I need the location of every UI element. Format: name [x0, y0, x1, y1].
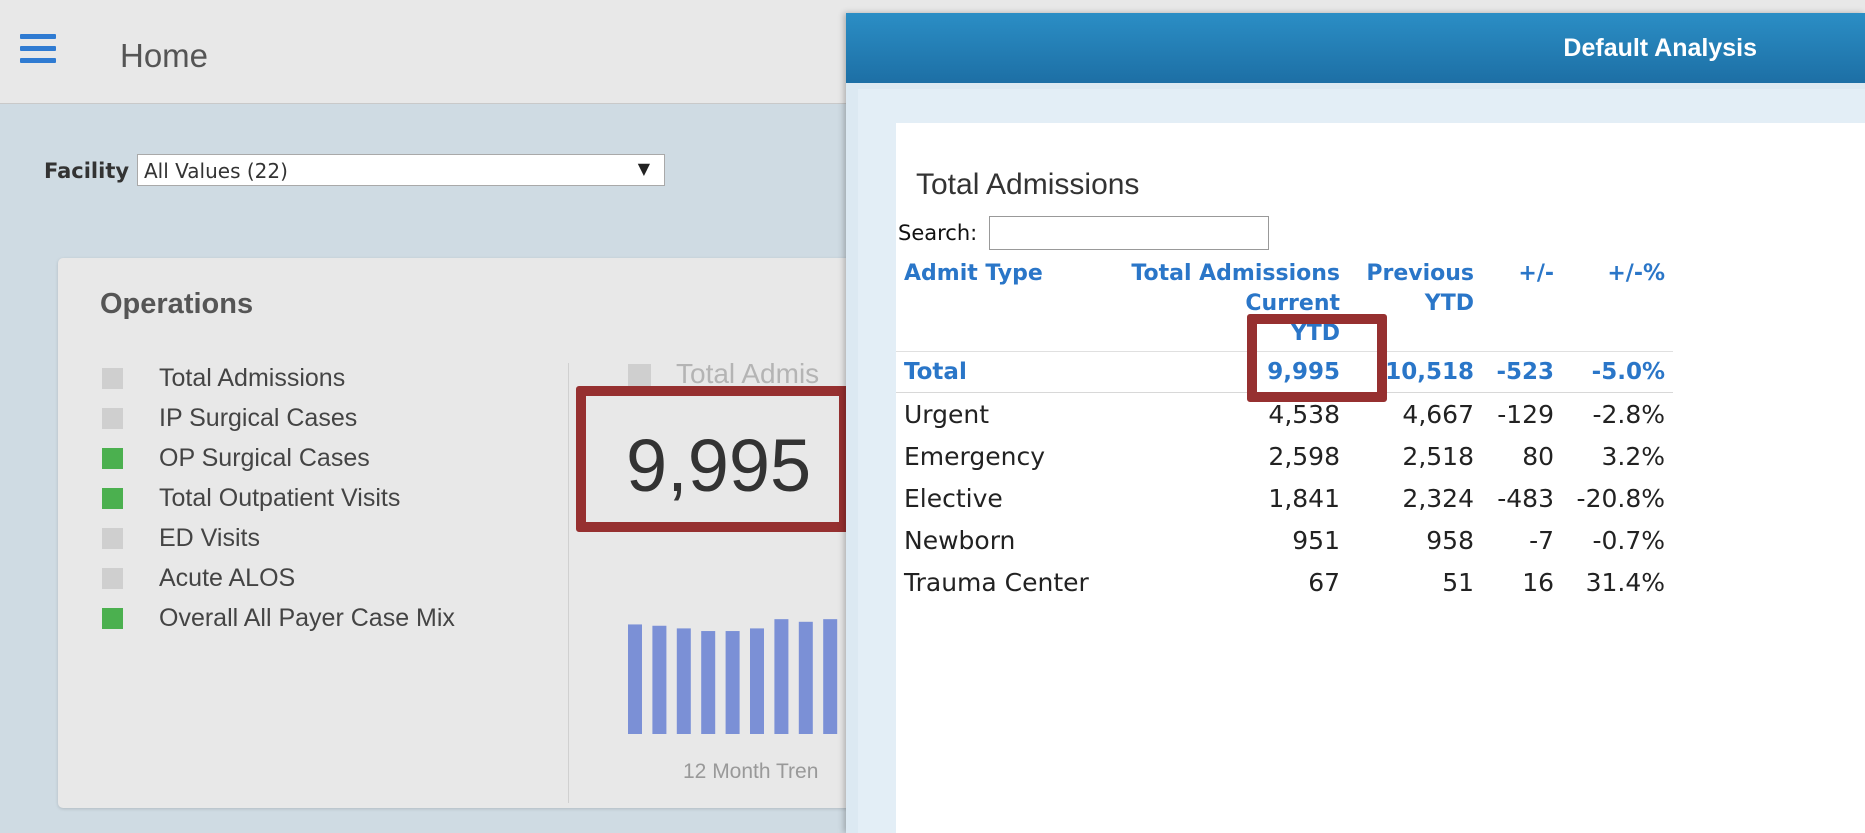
cell-diff: -7: [1529, 525, 1554, 555]
cell-current: 951: [1292, 525, 1340, 555]
header-diff[interactable]: +/-: [1482, 259, 1562, 352]
status-square-icon: [102, 367, 123, 389]
cell-type: Trauma Center: [904, 567, 1089, 597]
status-square-icon: [102, 447, 123, 469]
kpi-status-square-icon: [628, 364, 651, 387]
hamburger-menu-icon[interactable]: [20, 34, 56, 64]
cell-diff: 16: [1522, 567, 1554, 597]
metric-item-ed-visits[interactable]: ED Visits: [102, 518, 455, 558]
cell-diff: 80: [1522, 441, 1554, 471]
operations-title: Operations: [100, 288, 254, 320]
metric-item-ip-surgical-cases[interactable]: IP Surgical Cases: [102, 398, 455, 438]
metric-label: IP Surgical Cases: [159, 403, 358, 432]
facility-select-value: All Values (22): [144, 159, 288, 183]
dropdown-arrow-icon[interactable]: ▼: [638, 159, 650, 178]
metric-label: Total Outpatient Visits: [159, 483, 401, 512]
page-title: Home: [120, 37, 209, 74]
panel-content: Total Admissions Search: Admit Type Tota…: [896, 123, 1865, 833]
cell-type: Urgent: [904, 399, 990, 429]
metric-item-op-surgical-cases[interactable]: OP Surgical Cases: [102, 438, 455, 478]
highlight-box: [1247, 314, 1387, 402]
cell-type: Emergency: [904, 441, 1046, 471]
cell-pct: -20.8%: [1576, 483, 1665, 513]
search-input[interactable]: [989, 216, 1269, 250]
metric-item-overall-case-mix[interactable]: Overall All Payer Case Mix: [102, 598, 455, 638]
analysis-panel: Default Analysis Total Admissions Search…: [846, 13, 1865, 833]
cell-previous: 958: [1426, 525, 1474, 555]
trend-bar: [628, 624, 642, 734]
cell-type: Elective: [904, 483, 1003, 513]
trend-label: 12 Month Tren: [683, 760, 819, 783]
cell-type: Newborn: [904, 525, 1016, 555]
trend-bar: [823, 619, 838, 734]
cell-pct: -5.0%: [1562, 351, 1673, 393]
cell-pct: -2.8%: [1592, 399, 1665, 429]
status-square-icon: [102, 487, 123, 509]
header-line: YTD: [1424, 291, 1474, 316]
trend-bar: [750, 628, 764, 734]
table-row[interactable]: Newborn 951 958 -7 -0.7%: [896, 519, 1673, 561]
metric-label: Overall All Payer Case Mix: [159, 603, 455, 632]
status-square-icon: [102, 607, 123, 629]
divider: [568, 363, 569, 803]
header-line: Current: [1245, 291, 1340, 316]
cell-previous: 51: [1442, 567, 1474, 597]
trend-bar: [774, 619, 789, 734]
metric-item-acute-alos[interactable]: Acute ALOS: [102, 558, 455, 598]
cell-diff: -129: [1497, 399, 1554, 429]
table-row[interactable]: Trauma Center 67 51 16 31.4%: [896, 561, 1673, 603]
panel-title: Default Analysis: [1563, 34, 1757, 62]
cell-previous: 2,518: [1402, 441, 1474, 471]
cell-type: Total: [896, 351, 1118, 393]
search-label: Search:: [898, 221, 978, 245]
status-square-icon: [102, 527, 123, 549]
highlight-box: [576, 386, 849, 532]
status-square-icon: [102, 407, 123, 429]
cell-diff: -483: [1497, 483, 1554, 513]
trend-bar: [676, 628, 691, 734]
metric-label: Acute ALOS: [159, 563, 296, 592]
header-pct[interactable]: +/-%: [1562, 259, 1673, 352]
admissions-table: Admit Type Total Admissions Current YTD Pr…: [896, 259, 1673, 603]
trend-bar: [652, 625, 667, 734]
status-square-icon: [102, 567, 123, 589]
metric-label: Total Admissions: [159, 363, 346, 392]
facility-label: Facility: [44, 159, 130, 183]
metric-item-total-admissions[interactable]: Total Admissions: [102, 358, 455, 398]
metric-label: ED Visits: [159, 523, 260, 552]
table-row[interactable]: Elective 1,841 2,324 -483 -20.8%: [896, 477, 1673, 519]
facility-select[interactable]: All Values (22) ▼: [137, 154, 665, 186]
trend-bar: [725, 631, 740, 734]
metric-item-total-outpatient-visits[interactable]: Total Outpatient Visits: [102, 478, 455, 518]
header-admit-type[interactable]: Admit Type: [896, 259, 1118, 352]
cell-current: 67: [1308, 567, 1340, 597]
cell-diff: -523: [1482, 351, 1562, 393]
header-line: Previous: [1366, 261, 1474, 286]
cell-current: 1,841: [1268, 483, 1340, 513]
trend-bar: [798, 621, 813, 734]
trend-bar: [701, 631, 716, 734]
cell-pct: -0.7%: [1592, 525, 1665, 555]
operations-card: Operations Total Admissions IP Surgical …: [58, 258, 908, 808]
cell-pct: 3.2%: [1601, 441, 1665, 471]
cell-current: 2,598: [1268, 441, 1340, 471]
operations-list: Total Admissions IP Surgical Cases OP Su…: [102, 358, 455, 638]
header-line: Total Admissions: [1131, 261, 1340, 286]
table-row[interactable]: Emergency 2,598 2,518 80 3.2%: [896, 435, 1673, 477]
panel-header: Default Analysis: [846, 13, 1865, 83]
content-title: Total Admissions: [916, 168, 1140, 201]
cell-previous: 2,324: [1402, 483, 1474, 513]
cell-pct: 31.4%: [1585, 567, 1665, 597]
metric-label: OP Surgical Cases: [159, 443, 370, 472]
